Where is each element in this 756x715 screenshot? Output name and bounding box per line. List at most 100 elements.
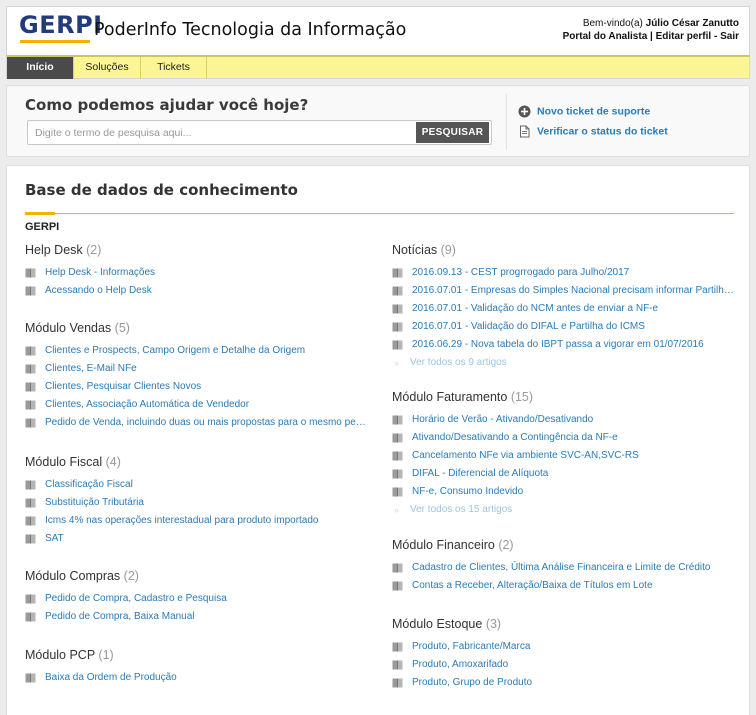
category-title[interactable]: Módulo PCP (1) [25, 648, 370, 666]
article-link[interactable]: Acessando o Help Desk [25, 282, 370, 300]
article-link[interactable]: Produto, Amoxarifado [392, 656, 737, 674]
view-all-link[interactable]: » Ver todos os 15 artigos [392, 501, 737, 519]
article-title: Acessando o Help Desk [45, 285, 152, 296]
article-link[interactable]: Clientes, Associação Automática de Vende… [25, 396, 370, 414]
check-status-link[interactable]: Verificar o status do ticket [518, 125, 668, 138]
article-link[interactable]: Classificação Fiscal [25, 476, 370, 494]
book-icon [392, 581, 403, 591]
book-icon [392, 451, 403, 461]
article-link[interactable]: 2016.09.13 - CEST progrrogado para Julho… [392, 264, 737, 282]
article-link[interactable]: Horário de Verão - Ativando/Desativando [392, 411, 737, 429]
view-all-link[interactable]: » Ver todos os 9 artigos [392, 354, 737, 372]
book-icon [392, 642, 403, 652]
article-link[interactable]: Pedido de Compra, Cadastro e Pesquisa [25, 590, 370, 608]
article-link[interactable]: Substituição Tributária [25, 494, 370, 512]
article-link[interactable]: Icms 4% nas operações interestadual para… [25, 512, 370, 530]
separator: - [711, 31, 721, 42]
book-icon [392, 340, 403, 350]
category-title[interactable]: Módulo Compras (2) [25, 569, 370, 587]
article-link[interactable]: SAT [25, 530, 370, 548]
category-title[interactable]: Módulo Faturamento (15) [392, 390, 737, 408]
article-title: Cadastro de Clientes, Última Análise Fin… [412, 562, 711, 573]
category-count: (2) [82, 243, 102, 257]
book-icon [392, 487, 403, 497]
article-link[interactable]: Clientes, Pesquisar Clientes Novos [25, 378, 370, 396]
divider [506, 94, 507, 150]
article-title: Produto, Grupo de Produto [412, 677, 533, 688]
article-link[interactable]: Clientes e Prospects, Campo Origem e Det… [25, 342, 370, 360]
article-link[interactable]: Ativando/Desativando a Contingência da N… [392, 429, 737, 447]
page-header: GERPI PoderInfo Tecnologia da Informação… [6, 6, 750, 55]
kb-category: Módulo PCP (1) Baixa da Ordem de Produção [25, 648, 370, 687]
book-icon [25, 516, 36, 526]
article-link[interactable]: Cancelamento NFe via ambiente SVC-AN,SVC… [392, 447, 737, 465]
article-link[interactable]: 2016.06.29 - Nova tabela do IBPT passa a… [392, 336, 737, 354]
category-count: (15) [507, 390, 534, 404]
article-title: Clientes, Associação Automática de Vende… [45, 399, 250, 410]
article-link[interactable]: NF-e, Consumo Indevido [392, 483, 737, 501]
article-link[interactable]: Cadastro de Clientes, Última Análise Fin… [392, 559, 737, 577]
search-button[interactable]: PESQUISAR [416, 122, 489, 143]
article-title: Substituição Tributária [45, 497, 144, 508]
view-all-label: Ver todos os 15 artigos [410, 504, 513, 515]
logout-link[interactable]: Sair [720, 31, 739, 42]
book-icon [25, 673, 36, 683]
article-link[interactable]: 2016.07.01 - Validação do DIFAL e Partil… [392, 318, 737, 336]
logo[interactable]: GERPI [19, 11, 103, 39]
article-link[interactable]: Pedido de Compra, Baixa Manual [25, 608, 370, 626]
article-title: Classificação Fiscal [45, 479, 133, 490]
category-title[interactable]: Módulo Estoque (3) [392, 617, 737, 635]
category-title[interactable]: Módulo Fiscal (4) [25, 455, 370, 473]
book-icon [25, 364, 36, 374]
search-input[interactable] [30, 123, 414, 143]
article-title: Cancelamento NFe via ambiente SVC-AN,SVC… [412, 450, 639, 461]
chevron-right-icon: » [394, 505, 400, 515]
article-link[interactable]: Help Desk - Informações [25, 264, 370, 282]
article-link[interactable]: Produto, Fabricante/Marca [392, 638, 737, 656]
new-ticket-link[interactable]: Novo ticket de suporte [518, 105, 650, 118]
category-count: (5) [111, 321, 130, 335]
portal-link[interactable]: Portal do Analista [563, 31, 648, 42]
separator: | [647, 31, 656, 42]
article-link[interactable]: Produto, Grupo de Produto [392, 674, 737, 692]
article-link[interactable]: Contas a Receber, Alteração/Baixa de Tít… [392, 577, 737, 595]
tab-inicio[interactable]: Início [7, 57, 74, 79]
kb-title: Base de dados de conhecimento [25, 181, 298, 199]
article-link[interactable]: Baixa da Ordem de Produção [25, 669, 370, 687]
article-title: 2016.07.01 - Validação do NCM antes de e… [412, 303, 659, 314]
kb-category: Módulo Fiscal (4) Classificação Fiscal Sub… [25, 455, 370, 548]
article-link[interactable]: 2016.07.01 - Empresas do Simples Naciona… [392, 282, 737, 300]
edit-profile-link[interactable]: Editar perfil [656, 31, 712, 42]
article-title: Baixa da Ordem de Produção [45, 672, 177, 683]
tab-tickets[interactable]: Tickets [141, 57, 207, 79]
article-link[interactable]: Clientes, E-Mail NFe [25, 360, 370, 378]
tab-solucoes[interactable]: Soluções [74, 57, 141, 79]
book-icon [25, 612, 36, 622]
book-icon [392, 660, 403, 670]
book-icon [392, 469, 403, 479]
category-name: Módulo Compras [25, 569, 121, 583]
category-title[interactable]: Módulo Financeiro (2) [392, 538, 737, 556]
article-link[interactable]: DIFAL - Diferencial de Alíquota [392, 465, 737, 483]
article-link[interactable]: Pedido de Venda, incluindo duas ou mais … [25, 414, 370, 432]
company-name: PoderInfo Tecnologia da Informação [94, 20, 407, 40]
category-title[interactable]: Notícias (9) [392, 243, 737, 261]
plus-icon [518, 105, 531, 118]
kb-rule-accent [25, 212, 55, 215]
user-name: Júlio César Zanutto [645, 18, 739, 29]
category-title[interactable]: Módulo Vendas (5) [25, 321, 370, 339]
article-title: Icms 4% nas operações interestadual para… [45, 515, 319, 526]
book-icon [392, 563, 403, 573]
search-panel: Como podemos ajudar você hoje? PESQUISAR… [6, 85, 750, 157]
view-all-label: Ver todos os 9 artigos [410, 357, 507, 368]
article-link[interactable]: 2016.07.01 - Validação do NCM antes de e… [392, 300, 737, 318]
category-name: Módulo Fiscal [25, 455, 103, 469]
book-icon [25, 382, 36, 392]
category-count: (9) [437, 243, 456, 257]
article-title: Ativando/Desativando a Contingência da N… [412, 432, 618, 443]
article-title: Clientes, E-Mail NFe [45, 363, 137, 374]
category-name: Módulo Financeiro [392, 538, 495, 552]
article-title: 2016.09.13 - CEST progrrogado para Julho… [412, 267, 630, 278]
category-title[interactable]: Help Desk (2) [25, 243, 370, 261]
main-nav: Início Soluções Tickets [6, 55, 750, 79]
